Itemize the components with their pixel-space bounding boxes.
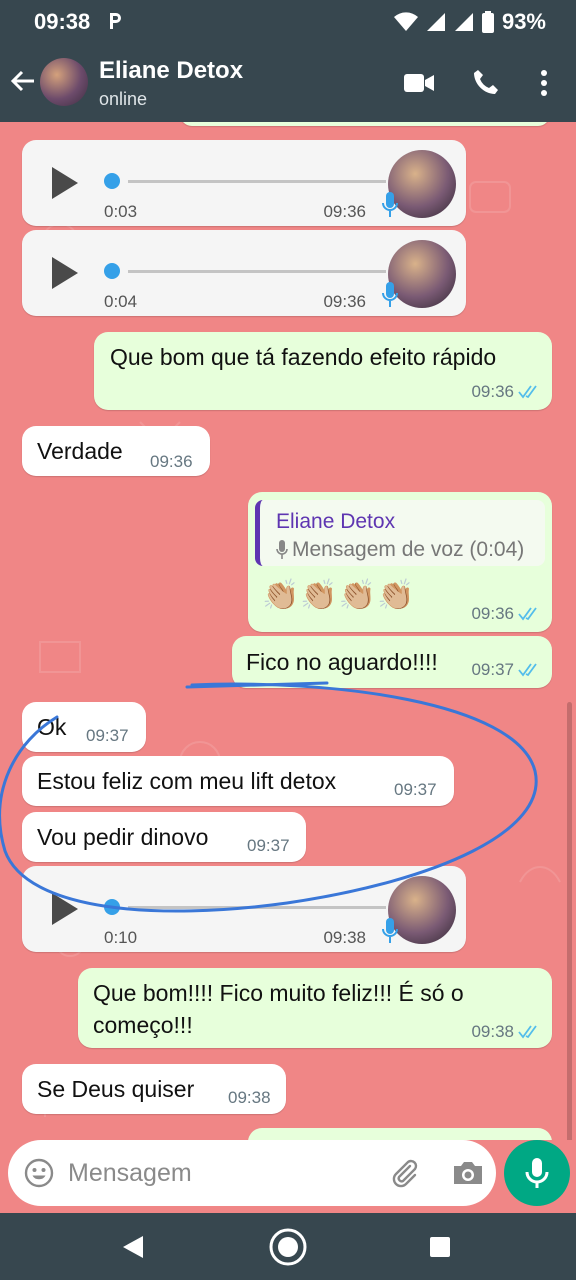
audio-scrubber[interactable] [104, 899, 120, 915]
message-time: 09:38 [228, 1088, 271, 1107]
mic-icon [525, 1158, 549, 1188]
contact-status: online [99, 89, 148, 109]
battery-icon [481, 11, 494, 33]
voice-message[interactable]: 0:04 09:36 [22, 230, 466, 316]
read-ticks-icon [518, 663, 537, 677]
message-time: 09:36 [471, 604, 514, 623]
mic-icon [382, 282, 398, 307]
audio-scrubber[interactable] [104, 173, 120, 189]
message-text: Se Deus quiser [37, 1076, 195, 1102]
read-ticks-icon [518, 385, 537, 399]
mic-icon [276, 540, 288, 559]
message-bubble-partial[interactable] [248, 1128, 552, 1140]
sender-avatar [388, 876, 456, 944]
message-meta: 09:38 [471, 1022, 540, 1042]
contact-avatar[interactable] [40, 58, 88, 106]
message-text: Estou feliz com meu lift detox [37, 768, 337, 794]
outgoing-message[interactable]: Fico no aguardo!!!! 09:37 [232, 636, 552, 688]
message-time: 09:37 [86, 726, 129, 745]
audio-track[interactable] [128, 180, 386, 183]
status-bar: 09:38 93% [0, 0, 576, 44]
play-icon[interactable] [52, 167, 78, 199]
status-time: 09:38 [34, 9, 91, 34]
payment-notification-icon [110, 13, 121, 29]
signal-2-icon [454, 13, 473, 31]
nav-home-icon[interactable] [268, 1227, 308, 1267]
message-input[interactable] [68, 1152, 378, 1194]
mic-icon [382, 192, 398, 217]
quoted-sender: Eliane Detox [276, 510, 396, 533]
audio-scrubber[interactable] [104, 263, 120, 279]
message-text-line-1: Que bom!!!! Fico muito feliz!!! É só o [93, 980, 464, 1006]
message-time: 09:37 [247, 836, 290, 855]
message-input-bar [8, 1140, 496, 1206]
camera-icon[interactable] [452, 1160, 484, 1186]
chat-area[interactable]: 0:03 09:36 0:04 09:36 Que bom que tá faz… [0, 122, 576, 1140]
quoted-message[interactable]: Eliane Detox Mensagem de voz (0:04) [255, 500, 545, 566]
message-time: 09:38 [471, 1022, 514, 1041]
message-text: Vou pedir dinovo [37, 824, 209, 850]
message-time: 09:36 [323, 202, 366, 221]
contact-name[interactable]: Eliane Detox [99, 57, 243, 85]
message-time: 09:37 [471, 660, 514, 679]
outgoing-message[interactable]: Que bom!!!! Fico muito feliz!!! É só o c… [78, 968, 552, 1048]
sender-avatar [388, 240, 456, 308]
chat-scrollbar[interactable] [567, 702, 572, 1140]
quoted-content: Mensagem de voz (0:04) [276, 538, 524, 562]
message-meta: 09:37 [471, 660, 540, 680]
read-ticks-icon [518, 607, 537, 621]
message-time: 09:38 [323, 928, 366, 947]
nav-recents-icon[interactable] [430, 1237, 450, 1257]
phone-call-icon[interactable] [473, 69, 499, 95]
voice-record-button[interactable] [504, 1140, 570, 1206]
read-ticks-icon [518, 1025, 537, 1039]
voice-message[interactable]: 0:10 09:38 [22, 866, 466, 952]
message-meta: 09:36 [471, 604, 540, 624]
audio-track[interactable] [128, 906, 386, 909]
voice-duration: 0:10 [104, 928, 138, 947]
quoted-text: Mensagem de voz (0:04) [292, 538, 525, 561]
voice-duration: 0:03 [104, 202, 138, 221]
top-bar: 09:38 93% Eliane Detox online [0, 0, 576, 122]
back-arrow-icon[interactable] [10, 68, 36, 94]
play-icon[interactable] [52, 893, 78, 925]
battery-percent: 93% [501, 9, 546, 34]
message-time: 09:37 [394, 780, 437, 799]
voice-message[interactable]: 0:03 09:36 [22, 140, 466, 226]
message-text: Ok [37, 714, 67, 740]
message-time: 09:36 [471, 382, 514, 401]
voice-duration: 0:04 [104, 292, 138, 311]
mic-icon [382, 918, 398, 943]
nav-back-icon[interactable] [122, 1235, 144, 1259]
android-nav-bar [0, 1213, 576, 1280]
play-icon[interactable] [52, 257, 78, 289]
chat-header: Eliane Detox online [0, 44, 576, 122]
video-call-icon[interactable] [404, 72, 434, 94]
message-text: Fico no aguardo!!!! [246, 649, 438, 675]
message-meta: 09:36 [471, 382, 540, 402]
more-options-icon[interactable] [540, 69, 548, 97]
incoming-message[interactable]: Se Deus quiser 09:38 [22, 1064, 286, 1114]
outgoing-reply-message[interactable]: Eliane Detox Mensagem de voz (0:04) 👏🏼👏🏼… [248, 492, 552, 632]
message-bubble-partial[interactable] [180, 122, 550, 126]
incoming-message[interactable]: Estou feliz com meu lift detox 09:37 [22, 756, 454, 806]
message-text-line-2: começo!!! [93, 1012, 193, 1038]
clapping-emojis: 👏🏼👏🏼👏🏼👏🏼 [262, 579, 416, 612]
emoji-icon[interactable] [24, 1158, 54, 1188]
message-time: 09:36 [150, 452, 193, 471]
message-text: Verdade [37, 438, 123, 464]
message-time: 09:36 [323, 292, 366, 311]
message-text: Que bom que tá fazendo efeito rápido [110, 344, 497, 370]
incoming-message[interactable]: Verdade 09:36 [22, 426, 210, 476]
sender-avatar [388, 150, 456, 218]
incoming-message[interactable]: Ok 09:37 [22, 702, 146, 752]
signal-icon [426, 13, 445, 31]
outgoing-message[interactable]: Que bom que tá fazendo efeito rápido 09:… [94, 332, 552, 410]
audio-track[interactable] [128, 270, 386, 273]
incoming-message[interactable]: Vou pedir dinovo 09:37 [22, 812, 306, 862]
wifi-icon [393, 12, 418, 31]
attach-icon[interactable] [390, 1158, 420, 1188]
